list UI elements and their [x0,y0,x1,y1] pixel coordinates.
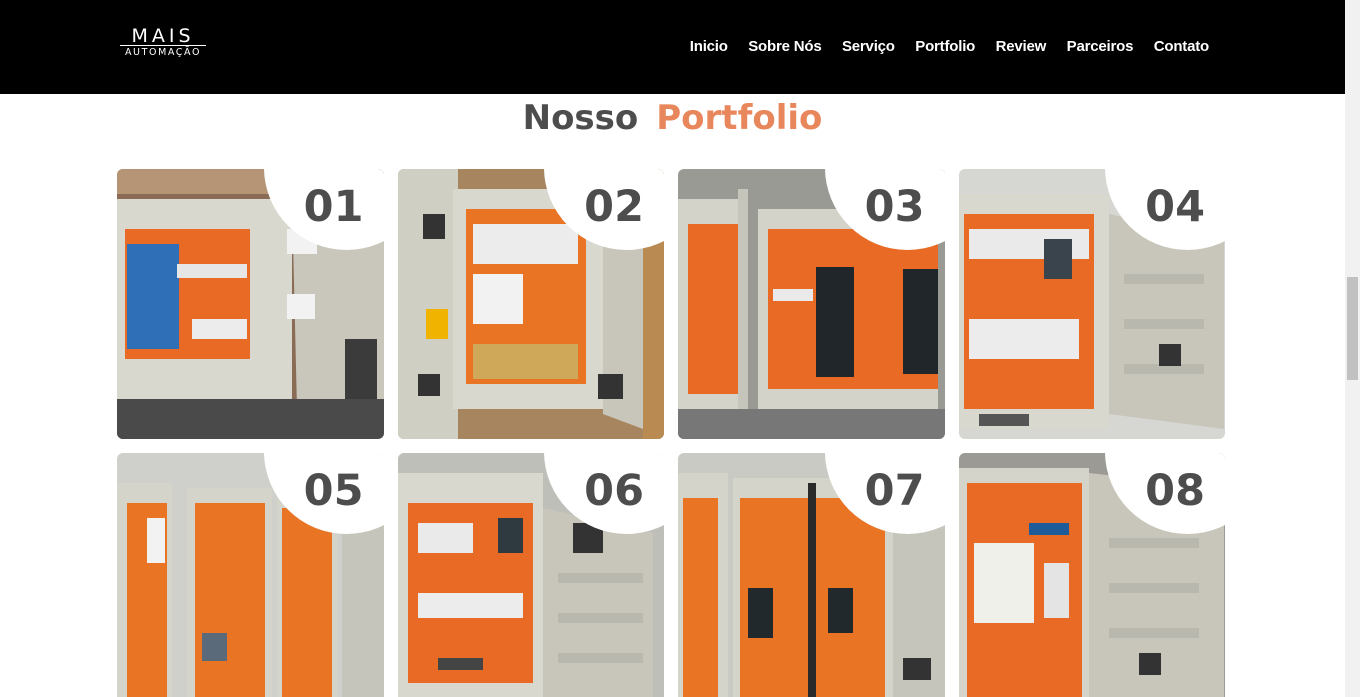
portfolio-item-06[interactable]: 06 [397,453,664,697]
brand-logo[interactable]: MAIS AUTOMAÇÃO [118,26,208,60]
page-scrollbar[interactable] [1345,0,1360,697]
portfolio-number: 05 [303,466,364,516]
portfolio-title: Nosso Portfolio [0,96,1345,140]
portfolio-number: 01 [303,182,364,232]
logo-subtitle: AUTOMAÇÃO [124,47,202,58]
portfolio-number: 07 [864,466,925,516]
nav-review[interactable]: Review [996,37,1047,57]
nav-sobre-nos[interactable]: Sobre Nós [748,37,821,57]
portfolio-item-01[interactable]: 01 [117,169,384,439]
logo-wordmark: MAIS [131,25,195,47]
portfolio-number: 08 [1145,466,1205,516]
portfolio-item-07[interactable]: 07 [678,453,945,697]
logo-divider [120,45,206,46]
main-nav: Inicio Sobre Nós Serviço Portfolio Revie… [669,37,1209,57]
nav-contato[interactable]: Contato [1154,37,1209,57]
title-word-portfolio: Portfolio [656,98,823,138]
portfolio-number: 04 [1145,182,1205,232]
scrollbar-thumb[interactable] [1347,277,1358,380]
title-word-nosso: Nosso [522,98,639,138]
nav-inicio[interactable]: Inicio [690,37,728,57]
portfolio-item-04[interactable]: 04 [958,169,1225,439]
portfolio-grid: 01 02 03 04 05 06 07 08 [117,169,1225,697]
portfolio-item-02[interactable]: 02 [397,169,664,439]
portfolio-item-08[interactable]: 08 [958,453,1225,697]
nav-servico[interactable]: Serviço [842,37,895,57]
site-header: MAIS AUTOMAÇÃO Inicio Sobre Nós Serviço … [0,0,1345,94]
portfolio-number: 03 [864,182,925,232]
portfolio-item-05[interactable]: 05 [117,453,384,697]
nav-parceiros[interactable]: Parceiros [1067,37,1134,57]
portfolio-item-03[interactable]: 03 [678,169,945,439]
portfolio-number: 02 [584,182,644,232]
portfolio-number: 06 [584,466,644,516]
nav-portfolio[interactable]: Portfolio [915,37,975,57]
